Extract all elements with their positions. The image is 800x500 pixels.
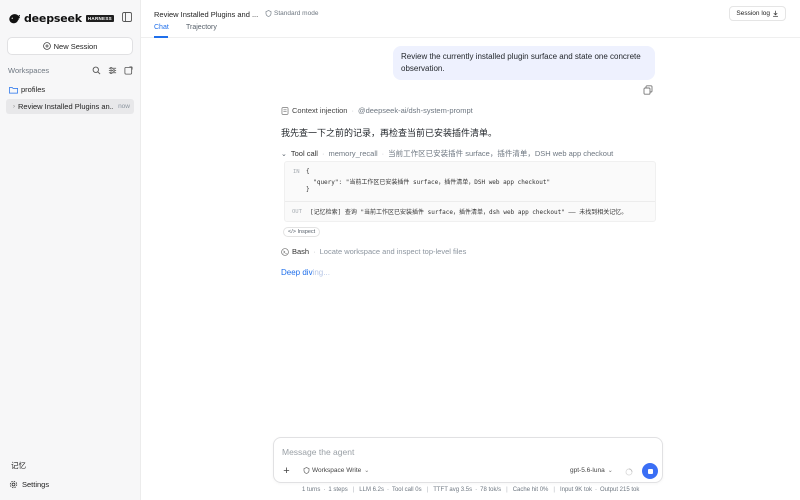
stop-button[interactable] — [642, 463, 658, 479]
tab-trajectory[interactable]: Trajectory — [186, 24, 217, 31]
plus-circle-icon — [42, 42, 51, 50]
bash-label: Bash — [292, 247, 310, 256]
inspect-button[interactable]: </> Inspect — [283, 227, 321, 237]
search-icon[interactable] — [92, 66, 101, 75]
separator-bar: | — [426, 487, 429, 493]
stat-input: Input 9K tok — [559, 487, 592, 493]
input-tag: IN — [293, 169, 300, 175]
thinking-status-main: Deep div — [281, 268, 313, 277]
stat-steps: 1 steps — [328, 487, 348, 493]
separator-bar: | — [506, 487, 508, 493]
mode-label: Standard mode — [274, 10, 319, 17]
user-message: Review the currently installed plugin su… — [393, 46, 655, 80]
model-select[interactable]: gpt-5.6-luna ⌄ — [570, 467, 613, 474]
tool-input-section: IN { "query": "当前工作区已安装插件 surface，插件清单，D… — [285, 162, 655, 202]
workspaces-label: Workspaces — [8, 65, 50, 75]
session-time: now — [118, 103, 130, 110]
stop-icon — [647, 468, 653, 474]
session-log-button[interactable]: Session log — [729, 6, 786, 21]
shield-icon — [265, 10, 272, 17]
input-line: { — [306, 168, 310, 175]
input-line: "query": "当前工作区已安装插件 surface，插件清单，DSH we… — [306, 179, 551, 186]
workspaces-header: Workspaces — [8, 64, 133, 76]
session-list-item[interactable]: › Review Installed Plugins an... now — [6, 99, 134, 114]
new-session-label: New Session — [53, 41, 98, 51]
stat-cache: Cache hit 0% — [512, 487, 549, 493]
tool-summary: 当前工作区已安装插件 surface，插件清单，DSH web app chec… — [388, 149, 614, 158]
separator-dot: · — [475, 487, 478, 493]
settings-button[interactable]: Settings — [9, 479, 49, 490]
session-title: Review Installed Plugins an... — [18, 102, 114, 111]
sidebar: deepseek HARNESS New Session Workspaces — [0, 0, 141, 500]
chevron-down-icon: ⌄ — [607, 468, 613, 474]
conversation-header: Review Installed Plugins and ... Standar… — [141, 0, 800, 38]
download-icon — [773, 10, 778, 17]
tab-active-indicator — [154, 36, 168, 38]
chevron-down-icon: ⌄ — [281, 150, 287, 158]
stat-toks: 78 tok/s — [480, 487, 502, 493]
new-session-button[interactable]: New Session — [7, 37, 133, 55]
assistant-message: 我先查一下之前的记录，再检查当前已安装插件清单。 — [281, 128, 498, 138]
whale-logo-icon — [9, 13, 21, 23]
output-tag: OUT — [292, 209, 302, 215]
sidebar-toggle-icon[interactable] — [122, 12, 132, 22]
gear-icon — [9, 480, 18, 489]
workspace-mode-select[interactable]: Workspace Write ⌄ — [303, 467, 369, 474]
folder-label: profiles — [21, 85, 46, 94]
stat-turns: 1 turns — [302, 487, 321, 493]
separator-dot: · — [323, 487, 326, 493]
spinner-icon — [625, 468, 633, 476]
brand-badge: HARNESS — [85, 14, 114, 22]
chevron-right-icon: › — [13, 103, 15, 110]
thinking-status: Deep diving... — [281, 268, 330, 277]
plus-icon[interactable]: + — [281, 466, 292, 477]
message-composer: + Workspace Write ⌄ gpt-5.6-luna ⌄ — [273, 437, 663, 483]
refresh-icon[interactable] — [124, 65, 133, 75]
thinking-status-fade: ing... — [312, 268, 330, 277]
separator-dot: · — [313, 247, 316, 256]
separator-dot: · — [351, 106, 354, 115]
model-label: gpt-5.6-luna — [570, 467, 605, 474]
copy-icon[interactable] — [643, 85, 653, 95]
stats-bar: 1 turns · 1 steps | LLM 6.2s · Tool call… — [302, 487, 639, 493]
mode-indicator[interactable]: Standard mode — [265, 10, 318, 17]
output-text: [记忆检索] 查询 "当前工作区已安装插件 surface，插件清单，dsh w… — [310, 209, 628, 216]
stat-tool: Tool call 0s — [391, 487, 422, 493]
separator-dot: · — [321, 149, 325, 158]
separator-dot: · — [381, 149, 385, 158]
chevron-down-icon: ⌄ — [364, 468, 370, 474]
shield-icon — [303, 467, 310, 474]
tool-io-block: IN { "query": "当前工作区已安装插件 surface，插件清单，D… — [284, 161, 656, 222]
context-label: Context injection — [292, 106, 348, 115]
tab-chat[interactable]: Chat — [154, 24, 169, 31]
filter-icon[interactable] — [108, 66, 117, 75]
tool-call-label: Tool call — [290, 149, 318, 158]
message-input[interactable] — [282, 446, 652, 458]
brand-name: deepseek — [24, 11, 82, 25]
workspace-folder[interactable]: profiles — [9, 84, 45, 95]
separator-bar: | — [553, 487, 555, 493]
context-injection-row[interactable]: Context injection · @deepseek-ai/dsh-sys… — [281, 106, 473, 115]
folder-icon — [9, 86, 18, 94]
conversation-title: Review Installed Plugins and ... — [154, 10, 259, 19]
stat-ttft: TTFT avg 3.5s — [433, 487, 473, 493]
settings-label: Settings — [22, 480, 50, 489]
session-log-label: Session log — [736, 10, 770, 17]
separator-bar: | — [352, 487, 355, 493]
tool-name: memory_recall — [328, 149, 378, 158]
brand-logo[interactable]: deepseek HARNESS — [8, 11, 114, 25]
stat-output: Output 215 tok — [599, 487, 640, 493]
document-icon — [281, 106, 289, 115]
tool-call-header[interactable]: ⌄ Tool call · memory_recall · 当前工作区已安装插件… — [281, 148, 613, 159]
bash-step-row[interactable]: Bash · Locate workspace and inspect top-… — [281, 247, 466, 256]
stat-llm: LLM 6.2s — [359, 487, 384, 493]
workspace-mode-label: Workspace Write — [312, 467, 362, 474]
context-source: @deepseek-ai/dsh-system-prompt — [357, 106, 473, 115]
separator-dot: · — [594, 487, 597, 493]
terminal-icon — [281, 247, 289, 256]
separator-dot: · — [386, 487, 389, 493]
bash-description: Locate workspace and inspect top-level f… — [319, 247, 467, 256]
input-line: } — [306, 186, 310, 193]
memory-link[interactable]: 记忆 — [11, 460, 26, 471]
